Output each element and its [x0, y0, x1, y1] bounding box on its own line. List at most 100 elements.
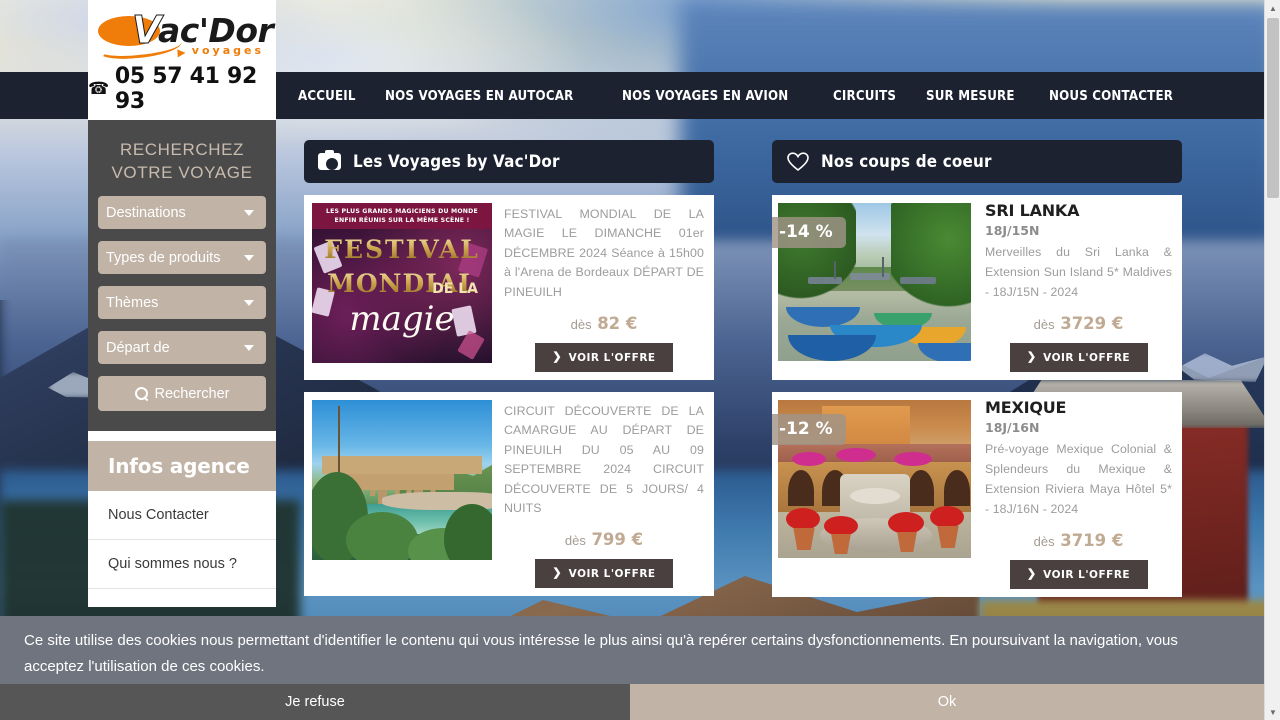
- panel-coups-de-coeur: Nos coups de coeur -14 % SRI LANKA 18J/1…: [772, 140, 1182, 597]
- left-sidebar: RECHERCHEZ VOTRE VOYAGE Destinations Typ…: [88, 120, 276, 607]
- voir-offre-label: VOIR L'OFFRE: [1043, 568, 1131, 581]
- voir-offre-label: VOIR L'OFFRE: [568, 567, 656, 580]
- nav-item-nous-contacter[interactable]: NOUS CONTACTER: [1049, 88, 1173, 104]
- scroll-up-arrow-icon[interactable]: ▲: [1265, 0, 1280, 16]
- voir-offre-label: VOIR L'OFFRE: [1043, 351, 1131, 364]
- infos-agence-list: Nous Contacter Qui sommes nous ?: [88, 491, 276, 607]
- select-destinations-label: Destinations: [106, 204, 186, 221]
- scrollbar-thumb[interactable]: [1267, 18, 1279, 198]
- nav-item-autocar[interactable]: NOS VOYAGES EN AUTOCAR: [385, 88, 573, 104]
- select-destinations[interactable]: Destinations: [98, 196, 266, 229]
- cookie-accept-button[interactable]: Ok: [630, 684, 1264, 720]
- infos-agence-footer: [88, 589, 276, 607]
- cookie-banner: Ce site utilise des cookies nous permett…: [0, 616, 1264, 720]
- phone-number: 05 57 41 92 93: [114, 64, 258, 114]
- poster-band-line2: ENFIN RÉUNIS SUR LA MÊME SCÈNE !: [334, 216, 470, 224]
- offer-price-value: 82 €: [597, 314, 638, 334]
- heart-icon: [787, 151, 809, 172]
- offer-description: FESTIVAL MONDIAL DE LA MAGIE LE DIMANCHE…: [504, 207, 704, 299]
- offer-price: dès 82 €: [504, 314, 704, 333]
- offer-card-body: CIRCUIT DÉCOUVERTE DE LA CAMARGUE AU DÉP…: [500, 392, 714, 596]
- logo-letter-v: V: [131, 8, 162, 52]
- offer-description: Pré-voyage Mexique Colonial & Splendeurs…: [985, 442, 1172, 516]
- poster-of-the: DE LA: [432, 281, 478, 297]
- camera-icon: [318, 150, 341, 170]
- infos-agence-header: Infos agence: [88, 441, 276, 491]
- offer-card[interactable]: CIRCUIT DÉCOUVERTE DE LA CAMARGUE AU DÉP…: [304, 392, 714, 597]
- select-types-produits[interactable]: Types de produits: [98, 241, 266, 274]
- chevron-right-icon: ❯: [1026, 351, 1037, 363]
- search-icon: [134, 387, 148, 400]
- sidebar-item-nous-contacter[interactable]: Nous Contacter: [88, 491, 276, 540]
- offer-price-value: 799 €: [591, 530, 644, 550]
- offer-title: SRI LANKA: [985, 201, 1080, 220]
- panel-coups-de-coeur-header: Nos coups de coeur: [772, 140, 1182, 183]
- magic-festival-poster-image: LES PLUS GRANDS MAGICIENS DU MONDE ENFIN…: [312, 203, 492, 363]
- discount-badge: -14 %: [772, 217, 846, 248]
- offer-card-body: SRI LANKA 18J/15N Merveilles du Sri Lank…: [977, 195, 1182, 380]
- sidebar-divider: [88, 431, 276, 441]
- pont-du-gard-image: [312, 400, 492, 561]
- offer-title: MEXIQUE: [985, 398, 1067, 417]
- page-root: ACCUEIL NOS VOYAGES EN AUTOCAR NOS VOYAG…: [0, 0, 1264, 720]
- offer-price: dès 3719 €: [985, 531, 1172, 550]
- nav-items: ACCUEIL NOS VOYAGES EN AUTOCAR NOS VOYAG…: [298, 72, 1190, 119]
- nav-item-sur-mesure[interactable]: SUR MESURE: [926, 88, 1015, 104]
- offer-price: dès 3729 €: [985, 314, 1172, 333]
- sidebar-item-qui-sommes-nous[interactable]: Qui sommes nous ?: [88, 540, 276, 589]
- offer-description: CIRCUIT DÉCOUVERTE DE LA CAMARGUE AU DÉP…: [504, 404, 704, 516]
- panel-coups-de-coeur-title: Nos coups de coeur: [821, 152, 992, 171]
- offer-price-prefix: dès: [1033, 534, 1055, 549]
- offer-card[interactable]: LES PLUS GRANDS MAGICIENS DU MONDE ENFIN…: [304, 195, 714, 381]
- select-themes[interactable]: Thèmes: [98, 286, 266, 319]
- search-panel-title: RECHERCHEZ VOTRE VOYAGE: [98, 138, 266, 184]
- voir-offre-button[interactable]: ❯ VOIR L'OFFRE: [1009, 560, 1148, 589]
- chevron-right-icon: ❯: [552, 567, 562, 580]
- site-logo[interactable]: V ac'Dor voyages ☎ 05 57 41 92 93: [88, 0, 276, 120]
- search-title-line1: RECHERCHEZ: [119, 140, 245, 159]
- discount-badge: -12 %: [772, 414, 846, 445]
- voir-offre-button[interactable]: ❯ VOIR L'OFFRE: [535, 559, 673, 589]
- offer-card-media: LES PLUS GRANDS MAGICIENS DU MONDE ENFIN…: [304, 195, 500, 380]
- select-depart-de[interactable]: Départ de: [98, 331, 266, 364]
- cookie-actions: Je refuse Ok: [0, 684, 1264, 720]
- phone-icon: ☎: [88, 79, 109, 99]
- page-scrollbar[interactable]: ▲ ▼: [1264, 0, 1280, 720]
- offer-card-media: -14 %: [772, 195, 977, 380]
- offer-card-media: [304, 392, 500, 596]
- header-phone[interactable]: ☎ 05 57 41 92 93: [88, 64, 276, 114]
- offer-description: Merveilles du Sri Lanka & Extension Sun …: [985, 245, 1172, 299]
- cookie-message: Ce site utilise des cookies nous permett…: [0, 616, 1264, 684]
- infos-agence-title: Infos agence: [108, 454, 250, 478]
- nav-item-circuits[interactable]: CIRCUITS: [833, 88, 896, 104]
- panel-voyages-title: Les Voyages by Vac'Dor: [353, 152, 560, 171]
- poster-band: LES PLUS GRANDS MAGICIENS DU MONDE ENFIN…: [312, 203, 492, 229]
- select-types-produits-label: Types de produits: [106, 249, 221, 266]
- offer-card-body: FESTIVAL MONDIAL DE LA MAGIE LE DIMANCHE…: [500, 195, 714, 380]
- offer-card[interactable]: -14 % SRI LANKA 18J/15N Merveilles du Sr…: [772, 195, 1182, 380]
- voir-offre-button[interactable]: ❯ VOIR L'OFFRE: [1009, 343, 1148, 372]
- nav-item-accueil[interactable]: ACCUEIL: [298, 88, 356, 104]
- chevron-down-icon: [244, 344, 254, 351]
- chevron-right-icon: ❯: [552, 351, 562, 364]
- search-panel: RECHERCHEZ VOTRE VOYAGE Destinations Typ…: [88, 120, 276, 431]
- search-button-label: Rechercher: [154, 385, 230, 402]
- poster-title-3: magie: [349, 299, 455, 339]
- chevron-down-icon: [244, 254, 254, 261]
- panel-voyages-by-vacdor: Les Voyages by Vac'Dor LES PLUS GRANDS M…: [304, 140, 714, 597]
- search-button[interactable]: Rechercher: [98, 376, 266, 411]
- cookie-refuse-button[interactable]: Je refuse: [0, 684, 630, 720]
- voir-offre-button[interactable]: ❯ VOIR L'OFFRE: [535, 343, 673, 373]
- offer-card-media: -12 %: [772, 392, 977, 597]
- select-themes-label: Thèmes: [106, 294, 159, 311]
- select-depart-de-label: Départ de: [106, 339, 170, 356]
- offer-price-value: 3719 €: [1060, 531, 1124, 550]
- nav-item-avion[interactable]: NOS VOYAGES EN AVION: [622, 88, 788, 104]
- chevron-right-icon: ❯: [1026, 568, 1037, 580]
- offer-card-body: MEXIQUE 18J/16N Pré-voyage Mexique Colon…: [977, 392, 1182, 597]
- poster-band-line1: LES PLUS GRANDS MAGICIENS DU MONDE: [326, 207, 478, 215]
- voir-offre-label: VOIR L'OFFRE: [568, 351, 656, 364]
- scroll-down-arrow-icon[interactable]: ▼: [1265, 704, 1280, 720]
- offer-card[interactable]: -12 % MEXIQUE 18J/16N Pré-voyage Mexique…: [772, 392, 1182, 597]
- offer-price-prefix: dès: [564, 533, 586, 549]
